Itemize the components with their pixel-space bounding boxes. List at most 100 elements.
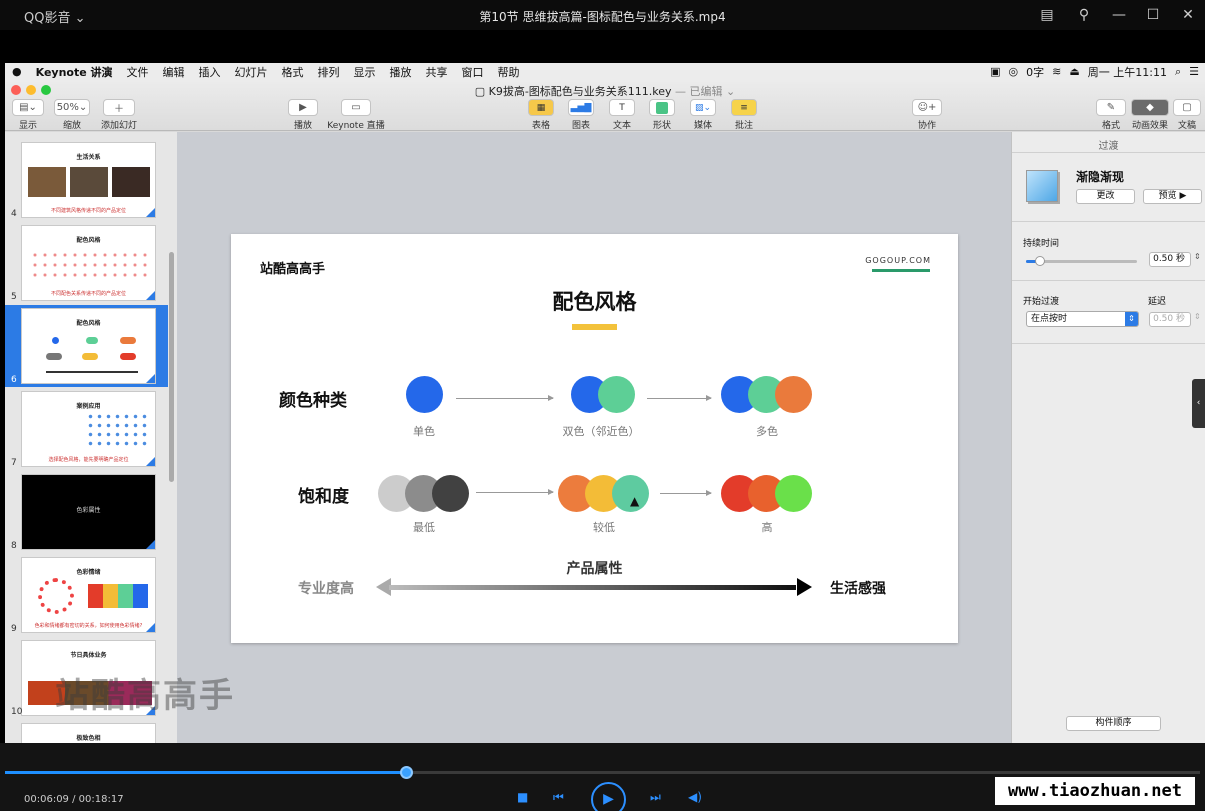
chart-icon: ▃▅▇	[568, 99, 594, 116]
format-tab[interactable]: ✎ 格式	[1093, 99, 1129, 131]
slide-navigator[interactable]: 生活关系 不同建筑风格传递不同的产品定位 4 配色风格 不同配色关系传递不同的产…	[5, 132, 177, 743]
low-dark-circle	[432, 475, 469, 512]
duration-stepper[interactable]: ⇕	[1194, 252, 1201, 261]
close-icon[interactable]: ✕	[1177, 5, 1199, 25]
menu-share[interactable]: 共享	[419, 64, 455, 80]
slide-thumb-4[interactable]: 生活关系 不同建筑风格传递不同的产品定位 4	[11, 142, 156, 219]
word-count[interactable]: 0字	[1026, 64, 1044, 80]
menu-file[interactable]: 文件	[120, 64, 156, 80]
next-icon[interactable]: ⏭	[650, 790, 661, 805]
text-label: 文本	[612, 121, 631, 131]
menu-window[interactable]: 窗口	[455, 64, 491, 80]
paintbrush-icon: ✎	[1096, 99, 1126, 116]
slide-thumb-6[interactable]: 配色风格 6	[11, 308, 156, 385]
playlist-icon[interactable]: ▤	[1036, 5, 1058, 25]
document-title: ▢ K9拔高-图标配色与业务关系111.key — 已编辑 ⌄	[5, 83, 1205, 99]
menu-edit[interactable]: 编辑	[156, 64, 192, 80]
keynote-live-button[interactable]: ▭ Keynote 直播	[325, 99, 387, 131]
chart-label: 图表	[571, 121, 590, 131]
clock[interactable]: 周一 上午11:11	[1088, 64, 1167, 80]
transition-tab-title[interactable]: 过渡	[1012, 137, 1205, 152]
slider-knob[interactable]	[1035, 256, 1045, 266]
slide-thumb-8[interactable]: 色彩属性 8	[11, 474, 156, 551]
view-label: 显示	[18, 121, 37, 131]
table-icon: ▦	[528, 99, 554, 116]
view-button[interactable]: ▤⌄ 显示	[11, 99, 45, 131]
play-pause-icon[interactable]: ▶	[591, 782, 626, 811]
menu-insert[interactable]: 插入	[192, 64, 228, 80]
menu-list-icon[interactable]: ☰	[1189, 65, 1199, 78]
apple-icon[interactable]: ●	[5, 65, 29, 78]
start-transition-label: 开始过渡	[1023, 297, 1060, 307]
navigator-scrollbar[interactable]	[169, 252, 174, 482]
delay-label: 延迟	[1148, 297, 1167, 307]
cc-icon[interactable]: ◎	[1009, 65, 1019, 78]
slide-canvas[interactable]: 站酷高高手 GOGOUP.COM 配色风格 颜色种类 单色 双色（邻近色） 多色	[177, 132, 1011, 743]
document-state[interactable]: — 已编辑 ⌄	[672, 85, 735, 98]
axis-gradient-line	[389, 585, 796, 590]
document-name: K9拔高-图标配色与业务关系111.key	[488, 85, 672, 98]
document-tab[interactable]: ▢ 文稿	[1173, 99, 1201, 131]
menu-help[interactable]: 帮助	[491, 64, 527, 80]
comment-button[interactable]: ≡ 批注	[730, 99, 758, 131]
url-underline	[872, 269, 930, 272]
duration-slider[interactable]	[1026, 256, 1137, 266]
minimize-icon[interactable]: —	[1108, 5, 1130, 25]
thumb-footer: 不同配色关系传递不同的产品定位	[50, 291, 126, 297]
menu-play[interactable]: 播放	[383, 64, 419, 80]
thumb-image	[70, 167, 108, 197]
sidebar-collapse-tab[interactable]: ‹	[1192, 379, 1205, 428]
screen-record-icon[interactable]: ▣	[990, 65, 1000, 78]
thumb-number: 6	[11, 375, 17, 385]
slide-thumb-11[interactable]: 极致色相	[21, 723, 156, 743]
animate-tab[interactable]: ◆ 动画效果	[1130, 99, 1170, 131]
build-order-button[interactable]: 构件顺序	[1066, 716, 1161, 731]
thumb-image	[112, 167, 150, 197]
build-indicator	[146, 208, 155, 217]
play-button[interactable]: ▶ 播放	[288, 99, 318, 131]
duration-field[interactable]: 0.50 秒	[1149, 252, 1191, 267]
eject-icon[interactable]: ⏏	[1069, 65, 1079, 78]
shape-button[interactable]: 形状	[648, 99, 676, 131]
menu-view[interactable]: 显示	[347, 64, 383, 80]
arrow-1	[456, 395, 554, 401]
mac-menubar: ● Keynote 讲演 文件 编辑 插入 幻灯片 格式 排列 显示 播放 共享…	[5, 63, 1205, 80]
seek-bar[interactable]	[5, 771, 1200, 774]
delay-field[interactable]: 0.50 秒	[1149, 312, 1191, 327]
thumb-title: 色彩属性	[76, 507, 101, 514]
slide-thumb-5[interactable]: 配色风格 不同配色关系传递不同的产品定位 5	[11, 225, 156, 302]
zoom-button[interactable]: 50% ⌄ 缩放	[53, 99, 91, 131]
maximize-icon[interactable]: ☐	[1142, 5, 1164, 25]
seek-knob[interactable]	[400, 766, 413, 779]
change-button[interactable]: 更改	[1076, 189, 1135, 204]
stop-icon[interactable]: ■	[517, 790, 528, 804]
previous-icon[interactable]: ⏮	[553, 790, 564, 805]
wifi-icon[interactable]: ≋	[1052, 65, 1061, 78]
pin-icon[interactable]: ⚲	[1073, 5, 1095, 25]
volume-icon[interactable]: ◀)	[688, 790, 702, 804]
chart-button[interactable]: ▃▅▇ 图表	[567, 99, 595, 131]
menu-arrange[interactable]: 排列	[311, 64, 347, 80]
table-button[interactable]: ▦ 表格	[527, 99, 555, 131]
menu-format[interactable]: 格式	[275, 64, 311, 80]
menu-app[interactable]: Keynote 讲演	[29, 64, 120, 80]
row-label-saturation: 饱和度	[298, 487, 349, 507]
collaborate-label: 协作	[917, 121, 936, 131]
preview-button[interactable]: 预览 ▶	[1143, 189, 1202, 204]
slide-thumb-7[interactable]: 案例应用 选择配色风格，能先要明确产品定位 7	[11, 391, 156, 468]
spotlight-icon[interactable]: ⌕	[1175, 65, 1181, 79]
slide-thumb-9[interactable]: 色彩情绪 色彩和情绪都有密切的关系，如何使用色彩情绪? 9	[11, 557, 156, 634]
build-indicator	[146, 540, 155, 549]
media-button[interactable]: ▨⌄ 媒体	[689, 99, 717, 131]
start-transition-select[interactable]: 在点按时 ⇕	[1026, 311, 1139, 327]
thumb-footer: 色彩和情绪都有密切的关系，如何使用色彩情绪?	[34, 623, 143, 629]
arrow-2	[647, 395, 712, 401]
caption-multi: 多色	[756, 425, 778, 438]
slide-title: 配色风格	[552, 290, 637, 314]
menu-slide[interactable]: 幻灯片	[228, 64, 275, 80]
collaborate-button[interactable]: ☺+ 协作	[911, 99, 943, 131]
text-button[interactable]: T 文本	[608, 99, 636, 131]
thumb-dot	[46, 353, 62, 360]
current-slide[interactable]: 站酷高高手 GOGOUP.COM 配色风格 颜色种类 单色 双色（邻近色） 多色	[231, 234, 958, 643]
delay-stepper[interactable]: ⇕	[1194, 312, 1201, 321]
